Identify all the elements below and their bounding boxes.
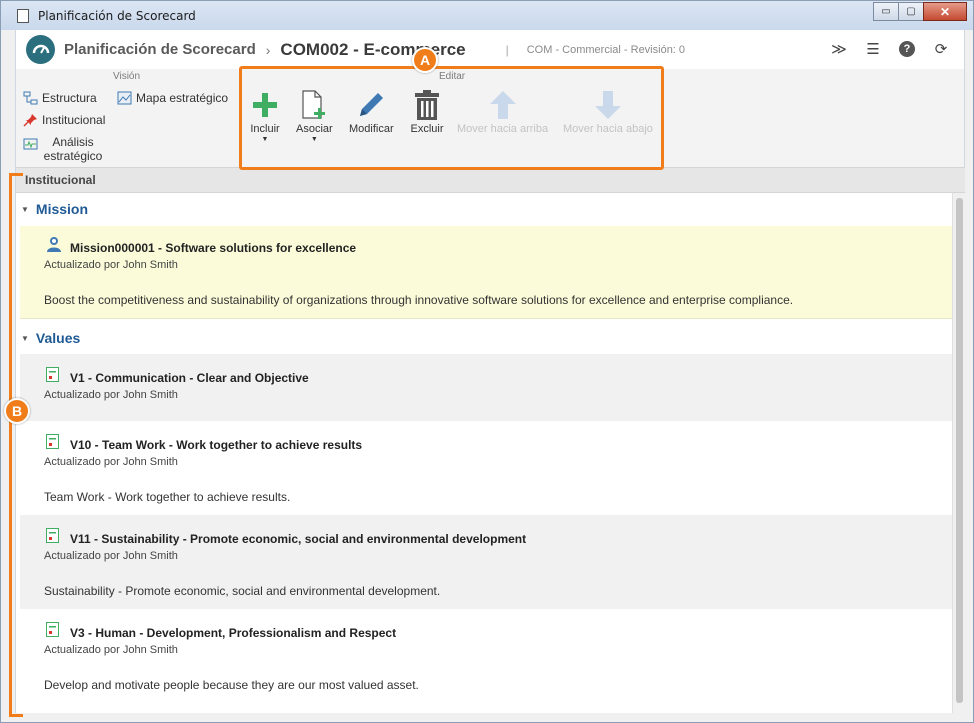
value-meta: Actualizado por John Smith — [44, 644, 178, 656]
window-title: Planificación de Scorecard — [38, 8, 196, 23]
value-doc-icon — [46, 528, 59, 543]
value-title[interactable]: V1 - Communication - Clear and Objective — [70, 371, 309, 385]
value-title[interactable]: V11 - Sustainability - Promote economic,… — [70, 532, 526, 546]
value-doc-icon — [46, 434, 59, 449]
value-card-v10[interactable]: V10 - Team Work - Work together to achie… — [20, 421, 952, 515]
callout-b-badge: B — [4, 398, 30, 424]
app-title[interactable]: Planificación de Scorecard — [64, 41, 256, 58]
content-panel: ▼ Mission Mission000001 - Software solut… — [15, 193, 965, 713]
value-meta: Actualizado por John Smith — [44, 456, 178, 468]
strategic-map-icon — [117, 91, 132, 105]
app-window: Planificación de Scorecard ▭ ▢ ✕ Planifi… — [0, 0, 974, 723]
vision-strategic-map-label: Mapa estratégico — [136, 91, 229, 105]
value-meta: Actualizado por John Smith — [44, 389, 178, 401]
record-title: COM002 - E-commerce — [280, 39, 466, 59]
minimize-button[interactable]: ▭ — [873, 2, 899, 21]
vision-structure-label: Estructura — [42, 91, 97, 105]
close-button[interactable]: ✕ — [923, 2, 967, 21]
group-mission-header[interactable]: ▼ Mission — [21, 201, 88, 217]
scrollbar-thumb[interactable] — [956, 198, 963, 703]
app-logo-icon — [26, 35, 55, 64]
breadcrumb-separator: › — [265, 41, 271, 58]
value-title[interactable]: V10 - Team Work - Work together to achie… — [70, 438, 362, 452]
value-card-v3[interactable]: V3 - Human - Development, Professionalis… — [20, 609, 952, 703]
vision-analysis-button[interactable]: Análisis estratégico — [23, 135, 104, 163]
help-icon: ? — [899, 41, 915, 57]
title-bar: Planificación de Scorecard ▭ ▢ ✕ — [1, 1, 973, 30]
structure-icon — [23, 91, 38, 105]
callout-a-box — [239, 66, 664, 170]
list-icon[interactable]: ☰ — [856, 38, 890, 60]
value-description: Sustainability - Promote economic, socia… — [44, 584, 441, 598]
record-subtitle: COM - Commercial - Revisión: 0 — [526, 43, 686, 56]
mission-user-icon — [47, 237, 61, 252]
value-card-v1[interactable]: V1 - Communication - Clear and Objective… — [20, 354, 952, 421]
mission-title[interactable]: Mission000001 - Software solutions for e… — [70, 241, 356, 255]
document-icon — [17, 8, 29, 23]
header-divider: | — [505, 42, 509, 57]
mission-card[interactable]: Mission000001 - Software solutions for e… — [20, 226, 952, 319]
value-description: Develop and motivate people because they… — [44, 678, 419, 692]
app-header: Planificación de Scorecard › COM002 - E-… — [15, 30, 965, 69]
header-tools: ≫ ☰ ? ⟳ — [822, 38, 958, 60]
value-card-v11[interactable]: V11 - Sustainability - Promote economic,… — [20, 515, 952, 609]
analysis-icon — [23, 138, 38, 150]
vision-institutional-label: Institucional — [42, 113, 106, 127]
value-title[interactable]: V3 - Human - Development, Professionalis… — [70, 626, 396, 640]
pin-icon — [23, 114, 37, 127]
value-doc-icon — [46, 622, 59, 637]
callout-b-bracket — [9, 173, 23, 717]
value-doc-icon — [46, 367, 59, 382]
mission-meta: Actualizado por John Smith — [44, 259, 178, 271]
group-values-header[interactable]: ▼ Values — [21, 330, 80, 346]
vertical-scrollbar[interactable] — [952, 193, 965, 713]
vision-strategic-map-button[interactable]: Mapa estratégico — [117, 91, 228, 105]
group-mission-title: Mission — [35, 201, 89, 217]
section-header: Institucional — [15, 168, 965, 193]
callout-a-badge: A — [412, 47, 438, 73]
vision-institutional-button[interactable]: Institucional — [23, 113, 105, 127]
help-button[interactable]: ? — [890, 38, 924, 60]
vision-structure-button[interactable]: Estructura — [23, 91, 97, 105]
refresh-icon[interactable]: ⟳ — [924, 38, 958, 60]
group-values-title: Values — [35, 330, 81, 346]
window-controls: ▭ ▢ ✕ — [873, 2, 967, 21]
collapse-icon[interactable]: ≫ — [822, 38, 856, 60]
mission-description: Boost the competitiveness and sustainabi… — [44, 293, 794, 307]
maximize-button[interactable]: ▢ — [898, 2, 924, 21]
vision-analysis-label: Análisis estratégico — [43, 135, 103, 163]
value-description: Team Work - Work together to achieve res… — [44, 490, 291, 504]
value-meta: Actualizado por John Smith — [44, 550, 178, 562]
vision-group-label: Visión — [113, 71, 141, 82]
